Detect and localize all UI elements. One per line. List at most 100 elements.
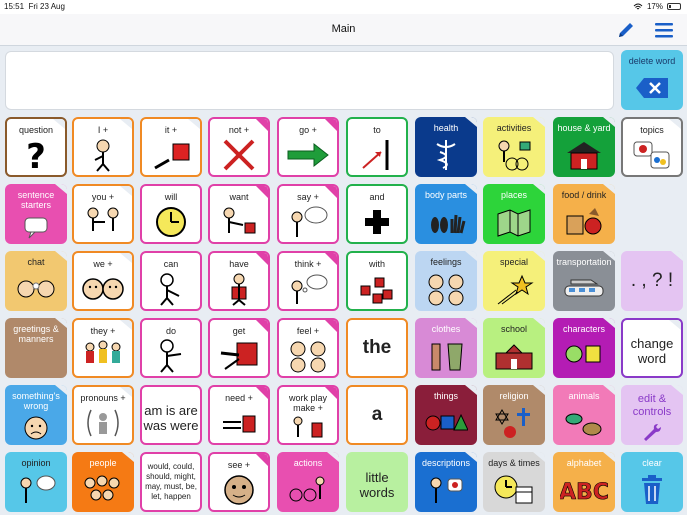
clear-button[interactable]: clear	[621, 452, 683, 512]
question-folder[interactable]: question ?	[5, 117, 67, 177]
pencil-icon[interactable]	[616, 20, 636, 40]
cell-label: descriptions	[421, 458, 471, 468]
go-folder[interactable]: go +	[277, 117, 339, 177]
cell-label: clothes	[431, 324, 461, 334]
actions-folder[interactable]: actions	[277, 452, 339, 512]
speech-bubble-icon	[24, 217, 48, 239]
cell-label: transportation	[556, 257, 612, 267]
cell-label: religion	[499, 391, 529, 401]
health-folder[interactable]: health	[415, 117, 477, 177]
map-icon	[497, 209, 531, 237]
clothes-folder[interactable]: clothes	[415, 318, 477, 378]
cell-label: . , ? !	[630, 270, 674, 291]
days-times-folder[interactable]: days & times	[483, 452, 545, 512]
school-building-icon	[495, 344, 533, 370]
with-button[interactable]: with	[346, 251, 408, 311]
change-word-folder[interactable]: change word	[621, 318, 683, 378]
religion-folder[interactable]: religion	[483, 385, 545, 445]
think-folder[interactable]: think +	[277, 251, 339, 311]
cell-label: health	[433, 123, 459, 133]
svg-text:ABC: ABC	[560, 480, 608, 505]
sentence-starters-folder[interactable]: sentence starters	[5, 184, 67, 244]
the-button[interactable]: the	[346, 318, 408, 378]
alphabet-folder[interactable]: alphabet ABC	[553, 452, 615, 512]
cell-label: not +	[228, 125, 250, 135]
cell-label: we +	[93, 259, 113, 269]
do-button[interactable]: do	[140, 318, 202, 378]
cell-label: opinion	[21, 458, 51, 468]
topics-folder[interactable]: topics	[621, 117, 683, 177]
i-folder[interactable]: I +	[72, 117, 134, 177]
animals-folder[interactable]: animals	[553, 385, 615, 445]
see-face-icon	[224, 475, 254, 505]
person-self-icon	[94, 139, 110, 172]
descriptions-folder[interactable]: descriptions	[415, 452, 477, 512]
hamburger-menu-icon[interactable]	[653, 20, 675, 40]
food-drink-folder[interactable]: food / drink	[553, 184, 615, 244]
cell-label: would, could, should, might, may, must, …	[145, 462, 197, 501]
punctuation-folder[interactable]: . , ? !	[621, 251, 683, 311]
will-button[interactable]: will	[140, 184, 202, 244]
cell-label: delete word	[628, 56, 676, 66]
modal-verbs-button[interactable]: would, could, should, might, may, must, …	[140, 452, 202, 512]
red-cross-icon	[223, 139, 255, 171]
get-folder[interactable]: get	[208, 318, 270, 378]
chat-folder[interactable]: chat	[5, 251, 67, 311]
want-folder[interactable]: want	[208, 184, 270, 244]
need-folder[interactable]: need +	[208, 385, 270, 445]
have-folder[interactable]: have	[208, 251, 270, 311]
clock-icon	[156, 207, 186, 237]
somethings-wrong-folder[interactable]: something's wrong	[5, 385, 67, 445]
shooting-star-icon	[497, 274, 534, 305]
and-button[interactable]: and	[346, 184, 408, 244]
cell-label: to	[373, 125, 381, 135]
cell-label: animals	[568, 391, 600, 401]
transportation-folder[interactable]: transportation	[553, 251, 615, 311]
body-parts-folder[interactable]: body parts	[415, 184, 477, 244]
little-words-button[interactable]: little words	[346, 452, 408, 512]
delete-word-button[interactable]: delete word	[621, 50, 683, 110]
they-folder[interactable]: they +	[72, 318, 134, 378]
cell-label: clear	[642, 458, 662, 468]
cell-label: you +	[91, 192, 115, 202]
backspace-icon	[636, 78, 668, 98]
pronouns-folder[interactable]: pronouns +	[72, 385, 134, 445]
message-bar[interactable]	[5, 51, 614, 110]
edit-controls-folder[interactable]: edit & controls	[621, 385, 683, 445]
school-folder[interactable]: school	[483, 318, 545, 378]
special-folder[interactable]: special	[483, 251, 545, 311]
can-button[interactable]: can	[140, 251, 202, 311]
feel-folder[interactable]: feel +	[277, 318, 339, 378]
see-folder[interactable]: see +	[208, 452, 270, 512]
status-date: Fri 23 Aug	[28, 2, 65, 11]
am-is-are-was-were-button[interactable]: am is are was were	[140, 385, 202, 445]
cell-label: it +	[164, 125, 178, 135]
work-play-make-folder[interactable]: work play make +	[277, 385, 339, 445]
cell-label: edit & controls	[632, 393, 672, 418]
to-button[interactable]: to	[346, 117, 408, 177]
reach-for-icon	[223, 207, 256, 234]
a-button[interactable]: a	[346, 385, 408, 445]
characters-folder[interactable]: characters	[553, 318, 615, 378]
group-people-icon	[85, 340, 121, 363]
cell-label: see +	[227, 460, 251, 470]
we-folder[interactable]: we +	[72, 251, 134, 311]
house-yard-folder[interactable]: house & yard	[553, 117, 615, 177]
things-folder[interactable]: things	[415, 385, 477, 445]
places-folder[interactable]: places	[483, 184, 545, 244]
not-folder[interactable]: not +	[208, 117, 270, 177]
cell-label: school	[500, 324, 527, 334]
activities-folder[interactable]: activities	[483, 117, 545, 177]
you-folder[interactable]: you +	[72, 184, 134, 244]
it-folder[interactable]: it +	[140, 117, 202, 177]
opinion-button[interactable]: opinion	[5, 452, 67, 512]
cell-label: need +	[225, 393, 253, 403]
say-folder[interactable]: say +	[277, 184, 339, 244]
cell-label: places	[500, 190, 527, 200]
cell-label: say +	[297, 192, 319, 202]
people-folder[interactable]: people	[72, 452, 134, 512]
cell-label: change word	[630, 336, 674, 366]
greetings-manners-folder[interactable]: greetings & manners	[5, 318, 67, 378]
feelings-folder[interactable]: feelings	[415, 251, 477, 311]
green-arrow-icon	[287, 142, 329, 168]
